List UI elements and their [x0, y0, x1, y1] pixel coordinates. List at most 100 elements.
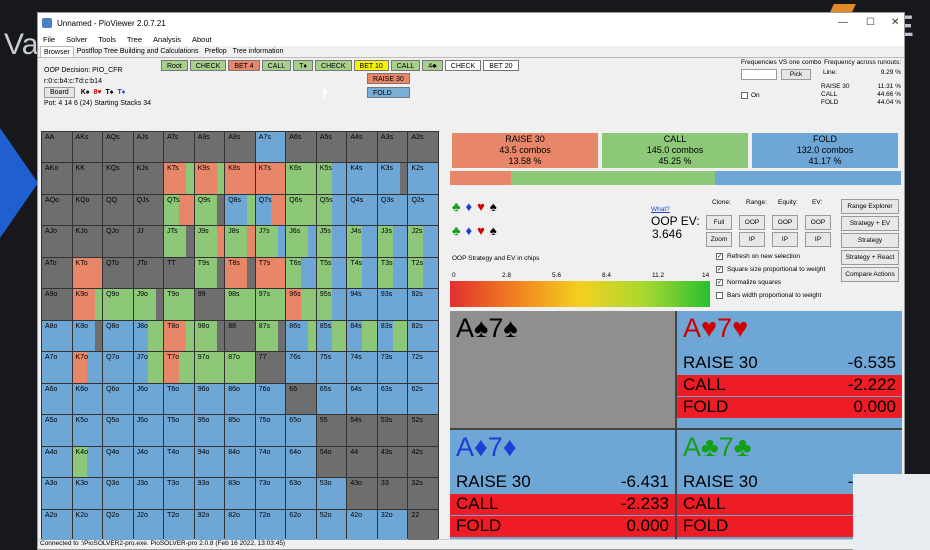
range-cell-97o[interactable]: 97o [194, 352, 225, 383]
range-cell-QQ[interactable]: QQ [103, 194, 133, 226]
line-node[interactable]: CALL [261, 60, 292, 71]
range-cell-Q5o[interactable]: Q5o [103, 415, 133, 446]
range-cell-AKo[interactable]: AKo [42, 163, 72, 194]
range-cell-64s[interactable]: 64s [347, 383, 377, 415]
range-cell-33[interactable]: 33 [377, 478, 408, 509]
range-cell-72s[interactable]: 72s [408, 352, 438, 383]
range-cell-J3o[interactable]: J3o [133, 478, 164, 509]
line-node[interactable]: T♦ [293, 60, 314, 71]
range-cell-Q7o[interactable]: Q7o [103, 352, 133, 383]
range-cell-55[interactable]: 55 [316, 415, 347, 446]
menu-about[interactable]: About [192, 35, 212, 44]
range-cell-A2s[interactable]: A2s [408, 132, 438, 163]
range-cell-A9s[interactable]: A9s [194, 132, 225, 163]
range-cell-K7s[interactable]: K7s [255, 163, 286, 194]
range-cell-Q6o[interactable]: Q6o [103, 383, 133, 415]
tab-0[interactable]: Browser [40, 46, 74, 57]
on-checkbox[interactable]: On [741, 83, 821, 107]
range-cell-93s[interactable]: 93s [377, 289, 408, 320]
range-cell-K6o[interactable]: K6o [72, 383, 103, 415]
menu-tree[interactable]: Tree [127, 35, 142, 44]
range-cell-Q2s[interactable]: Q2s [408, 194, 438, 226]
option-checkbox[interactable]: ✓ Normalize squares [716, 279, 781, 286]
line-node[interactable]: CHECK [189, 60, 227, 71]
range-cell-74o[interactable]: 74o [255, 446, 286, 478]
range-cell-A3s[interactable]: A3s [377, 132, 408, 163]
club-icon[interactable]: ♣ [452, 223, 462, 238]
range-cell-77[interactable]: 77 [255, 352, 286, 383]
range-cell-65o[interactable]: 65o [286, 415, 316, 446]
range-cell-Q3o[interactable]: Q3o [103, 478, 133, 509]
range-cell-65s[interactable]: 65s [316, 383, 347, 415]
range-cell-84s[interactable]: 84s [347, 320, 377, 352]
range-cell-82o[interactable]: 82o [225, 509, 255, 540]
range-cell-53s[interactable]: 53s [377, 415, 408, 446]
range-cell-K3s[interactable]: K3s [377, 163, 408, 194]
range-oop-button[interactable]: OOP [739, 215, 765, 230]
range-cell-Q6s[interactable]: Q6s [286, 194, 316, 226]
range-cell-J3s[interactable]: J3s [377, 226, 408, 257]
range-cell-K5s[interactable]: K5s [316, 163, 347, 194]
range-cell-73s[interactable]: 73s [377, 352, 408, 383]
range-cell-A6s[interactable]: A6s [286, 132, 316, 163]
tab-3[interactable]: Tree information [230, 46, 287, 57]
range-cell-TT[interactable]: TT [164, 257, 194, 289]
diamond-icon[interactable]: ♦ [466, 199, 474, 214]
strategy-ev-button[interactable]: Strategy + EV [841, 216, 899, 231]
range-cell-32s[interactable]: 32s [408, 478, 438, 509]
checkbox-box[interactable]: ✓ [716, 266, 723, 273]
option-checkbox[interactable]: ✓ Square size proportional to weight [716, 266, 825, 273]
diamond-icon[interactable]: ♦ [466, 223, 474, 238]
range-cell-ATs[interactable]: ATs [164, 132, 194, 163]
range-cell-93o[interactable]: 93o [194, 478, 225, 509]
range-cell-85s[interactable]: 85s [316, 320, 347, 352]
range-ip-button[interactable]: IP [739, 232, 765, 247]
range-cell-K4s[interactable]: K4s [347, 163, 377, 194]
club-icon[interactable]: ♣ [452, 199, 462, 214]
range-cell-T6o[interactable]: T6o [164, 383, 194, 415]
range-cell-76o[interactable]: 76o [255, 383, 286, 415]
range-cell-A6o[interactable]: A6o [42, 383, 72, 415]
maximize-icon[interactable]: ☐ [866, 17, 875, 28]
range-cell-KQo[interactable]: KQo [72, 194, 103, 226]
range-cell-T9s[interactable]: T9s [194, 257, 225, 289]
range-cell-75o[interactable]: 75o [255, 415, 286, 446]
range-cell-54o[interactable]: 54o [316, 446, 347, 478]
range-cell-72o[interactable]: 72o [255, 509, 286, 540]
range-cell-76s[interactable]: 76s [286, 352, 316, 383]
range-cell-K8s[interactable]: K8s [225, 163, 255, 194]
range-cell-K3o[interactable]: K3o [72, 478, 103, 509]
line-node[interactable]: BET 10 [353, 60, 389, 71]
checkbox-box[interactable]: ✓ [716, 253, 723, 260]
range-cell-42s[interactable]: 42s [408, 446, 438, 478]
sub-node-fold[interactable]: FOLD [367, 87, 410, 98]
ev-oop-button[interactable]: OOP [805, 215, 831, 230]
range-cell-98s[interactable]: 98s [225, 289, 255, 320]
range-cell-T8s[interactable]: T8s [225, 257, 255, 289]
strategy-button[interactable]: Strategy [841, 233, 899, 248]
option-checkbox[interactable]: ✓ Refresh on new selection [716, 253, 800, 260]
range-cell-J9o[interactable]: J9o [133, 289, 164, 320]
range-cell-87o[interactable]: 87o [225, 352, 255, 383]
range-cell-A2o[interactable]: A2o [42, 509, 72, 540]
menu-tools[interactable]: Tools [98, 35, 116, 44]
line-node[interactable]: CHECK [444, 60, 482, 71]
range-cell-Q9o[interactable]: Q9o [103, 289, 133, 320]
range-cell-T9o[interactable]: T9o [164, 289, 194, 320]
line-node[interactable]: CALL [390, 60, 421, 71]
range-cell-85o[interactable]: 85o [225, 415, 255, 446]
range-cell-J2s[interactable]: J2s [408, 226, 438, 257]
range-cell-T8o[interactable]: T8o [164, 320, 194, 352]
range-cell-A8o[interactable]: A8o [42, 320, 72, 352]
range-cell-32o[interactable]: 32o [377, 509, 408, 540]
range-cell-99[interactable]: 99 [194, 289, 225, 320]
range-cell-T7o[interactable]: T7o [164, 352, 194, 383]
line-node[interactable]: 4♣ [422, 60, 443, 71]
range-cell-96s[interactable]: 96s [286, 289, 316, 320]
range-cell-63s[interactable]: 63s [377, 383, 408, 415]
range-cell-K2s[interactable]: K2s [408, 163, 438, 194]
range-cell-J4s[interactable]: J4s [347, 226, 377, 257]
range-cell-Q7s[interactable]: Q7s [255, 194, 286, 226]
range-cell-ATo[interactable]: ATo [42, 257, 72, 289]
range-cell-A5o[interactable]: A5o [42, 415, 72, 446]
